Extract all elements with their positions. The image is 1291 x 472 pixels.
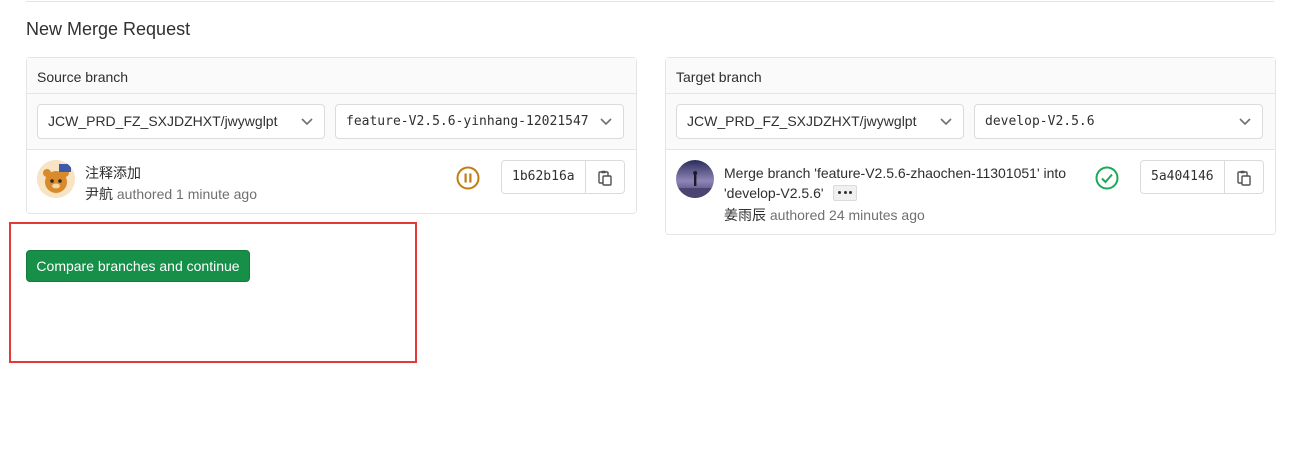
source-sha-group: 1b62b16a [501,160,625,194]
source-commit-title[interactable]: 注释添加 [85,163,141,183]
avatar-image [676,160,714,198]
target-commit-title-line1: Merge branch 'feature-V2.5.6-zhaochen-11… [724,165,1067,181]
copy-icon [1236,170,1251,186]
target-branch-panel: Target branch JCW_PRD_FZ_SXJDZHXT/jwywgl… [665,57,1276,235]
page-title: New Merge Request [26,19,191,39]
source-branch-value: feature-V2.5.6-yinhang-12021547 [346,114,589,129]
pause-status-icon[interactable] [456,166,480,190]
source-commit-sha[interactable]: 1b62b16a [501,160,586,194]
target-commit-time: authored 24 minutes ago [769,207,925,223]
chevron-down-icon [600,118,612,126]
target-branch-dropdown[interactable]: develop-V2.5.6 [974,104,1263,139]
target-commit-sha[interactable]: 5a404146 [1140,160,1225,194]
target-project-value: JCW_PRD_FZ_SXJDZHXT/jwywglpt [687,113,917,129]
ellipsis-icon [838,191,842,195]
source-commit-author[interactable]: 尹航 [85,186,113,202]
target-commit: Merge branch 'feature-V2.5.6-zhaochen-11… [666,150,1275,233]
copy-icon [597,170,612,186]
check-status-icon[interactable] [1095,166,1119,190]
target-commit-title-line2: 'develop-V2.5.6' [724,185,824,201]
toggle-description-button[interactable] [833,185,858,202]
source-commit: 注释添加 尹航 authored 1 minute ago 1b62b16a [27,150,636,212]
source-branch-dropdown[interactable]: feature-V2.5.6-yinhang-12021547 [335,104,624,139]
target-project-dropdown[interactable]: JCW_PRD_FZ_SXJDZHXT/jwywglpt [676,104,964,139]
copy-sha-button[interactable] [585,160,625,194]
target-branch-header: Target branch [666,58,1275,94]
chevron-down-icon [940,118,952,126]
avatar-image [37,160,75,198]
target-sha-group: 5a404146 [1140,160,1264,194]
chevron-down-icon [1239,118,1251,126]
source-commit-time: authored 1 minute ago [116,186,257,202]
target-commit-meta: 姜雨辰 authored 24 minutes ago [724,205,925,225]
source-project-value: JCW_PRD_FZ_SXJDZHXT/jwywglpt [48,113,278,129]
target-selects: JCW_PRD_FZ_SXJDZHXT/jwywglpt develop-V2.… [666,94,1275,150]
ellipsis-dot [843,191,847,195]
avatar[interactable] [37,160,75,198]
source-branch-panel: Source branch JCW_PRD_FZ_SXJDZHXT/jwywgl… [26,57,637,214]
top-divider [26,1,1274,2]
source-selects: JCW_PRD_FZ_SXJDZHXT/jwywglpt feature-V2.… [27,94,636,150]
target-branch-value: develop-V2.5.6 [985,114,1095,129]
target-commit-title[interactable]: Merge branch 'feature-V2.5.6-zhaochen-11… [724,163,1066,203]
annotation-highlight-box [9,222,417,363]
source-project-dropdown[interactable]: JCW_PRD_FZ_SXJDZHXT/jwywglpt [37,104,325,139]
target-commit-author[interactable]: 姜雨辰 [724,207,766,223]
source-branch-header: Source branch [27,58,636,94]
avatar[interactable] [676,160,714,198]
source-commit-meta: 尹航 authored 1 minute ago [85,184,257,204]
ellipsis-dot [849,191,853,195]
copy-sha-button[interactable] [1224,160,1264,194]
chevron-down-icon [301,118,313,126]
